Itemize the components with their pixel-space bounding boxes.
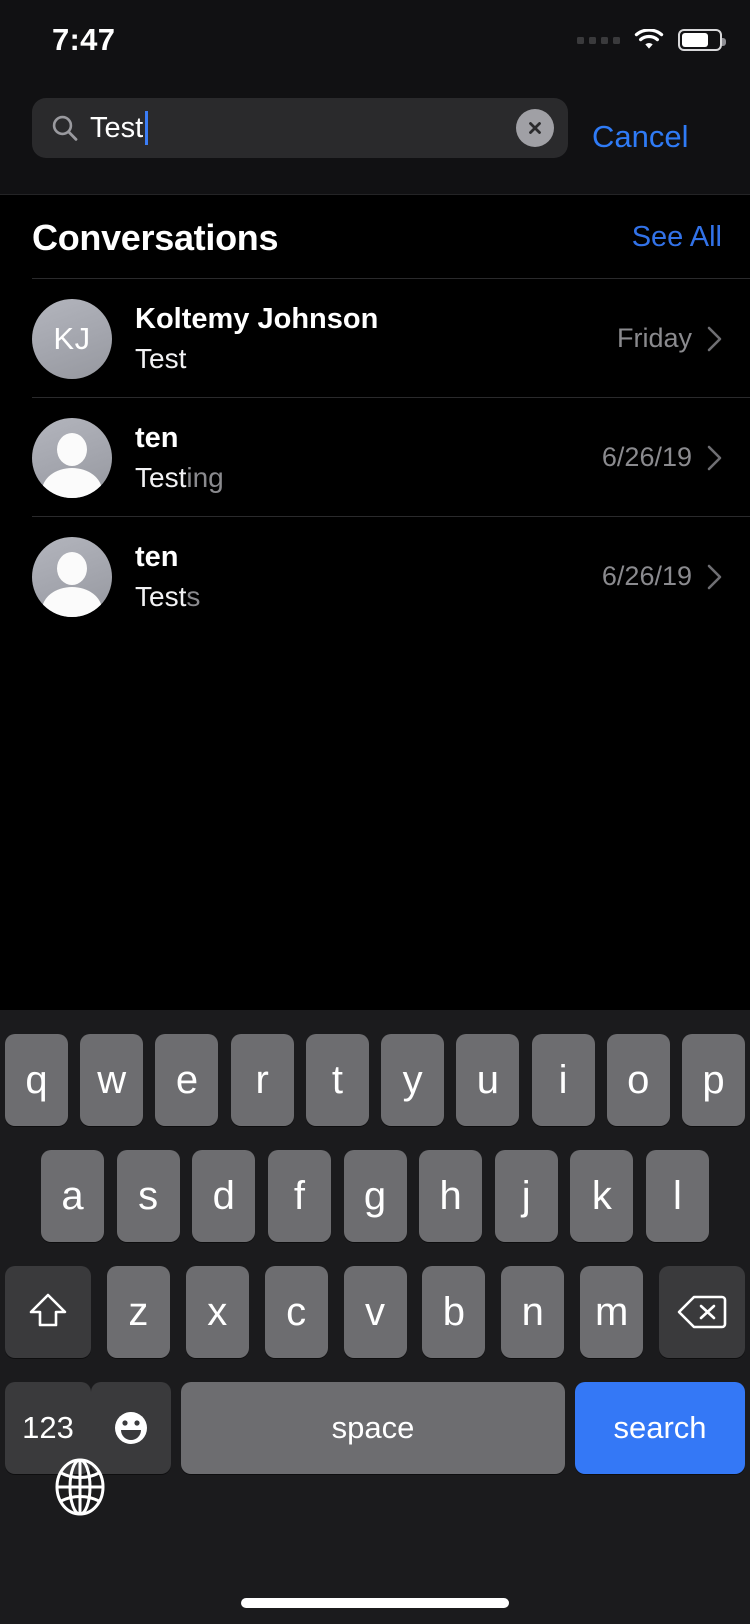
preview-rest: s xyxy=(186,580,201,612)
home-indicator xyxy=(241,1598,509,1608)
avatar xyxy=(32,536,112,617)
key-z[interactable]: z xyxy=(106,1266,170,1358)
delete-key[interactable] xyxy=(659,1266,745,1358)
keyboard-row-4: 123 space search xyxy=(0,1382,750,1474)
key-s[interactable]: s xyxy=(116,1150,180,1242)
contact-name: Koltemy Johnson xyxy=(135,302,379,335)
key-n[interactable]: n xyxy=(501,1266,565,1358)
shift-arrow-icon xyxy=(29,1293,67,1327)
message-date: 6/26/19 xyxy=(601,561,692,591)
preview-rest: ing xyxy=(186,461,224,493)
cancel-button[interactable]: Cancel xyxy=(592,78,689,195)
person-icon-head xyxy=(57,432,87,466)
battery-icon xyxy=(678,29,726,51)
clear-search-button[interactable] xyxy=(516,109,554,147)
contact-name: ten xyxy=(135,540,179,573)
key-b[interactable]: b xyxy=(422,1266,486,1358)
chevron-right-icon xyxy=(707,326,722,351)
search-header: Test Cancel xyxy=(0,78,750,195)
key-h[interactable]: h xyxy=(419,1150,483,1242)
status-time: 7:47 xyxy=(52,22,116,57)
globe-icon xyxy=(55,1458,105,1516)
key-a[interactable]: a xyxy=(41,1150,104,1242)
key-u[interactable]: u xyxy=(456,1034,520,1126)
conversation-text: ten Tests xyxy=(135,538,592,616)
emoji-smiley-icon xyxy=(115,1412,147,1444)
search-input[interactable]: Test xyxy=(32,98,568,158)
search-icon xyxy=(52,115,78,141)
person-icon-body xyxy=(42,586,102,617)
search-results: Conversations See All KJ Koltemy Johnson… xyxy=(0,196,750,636)
key-v[interactable]: v xyxy=(343,1266,407,1358)
section-title: Conversations xyxy=(32,216,279,258)
search-input-value: Test xyxy=(90,112,144,144)
key-j[interactable]: j xyxy=(494,1150,558,1242)
key-p[interactable]: p xyxy=(681,1034,745,1126)
signal-dots-icon xyxy=(577,36,620,44)
key-y[interactable]: y xyxy=(381,1034,445,1126)
key-t[interactable]: t xyxy=(305,1034,369,1126)
key-x[interactable]: x xyxy=(185,1266,249,1358)
message-preview: Testing xyxy=(135,459,592,497)
backspace-icon xyxy=(677,1295,727,1329)
keyboard-row-1: q w e r t y u i o p xyxy=(0,1034,750,1126)
chevron-right-icon xyxy=(707,564,722,589)
keyboard-row-3: z x c v b n m xyxy=(0,1266,750,1358)
message-date: Friday xyxy=(616,323,692,353)
keyboard-row-2: a s d f g h j k l xyxy=(0,1150,750,1242)
key-e[interactable]: e xyxy=(155,1034,219,1126)
key-k[interactable]: k xyxy=(570,1150,634,1242)
text-cursor xyxy=(145,111,149,145)
key-o[interactable]: o xyxy=(606,1034,670,1126)
message-preview: Test xyxy=(135,340,607,378)
key-w[interactable]: w xyxy=(80,1034,144,1126)
conversation-text: Koltemy Johnson Test xyxy=(135,300,607,378)
avatar: KJ xyxy=(32,298,112,379)
key-c[interactable]: c xyxy=(264,1266,328,1358)
message-preview: Tests xyxy=(135,578,592,616)
conversation-row[interactable]: ten Tests 6/26/19 xyxy=(0,516,750,636)
search-key[interactable]: search xyxy=(575,1382,745,1474)
avatar xyxy=(32,417,112,498)
see-all-link[interactable]: See All xyxy=(632,221,722,254)
key-f[interactable]: f xyxy=(267,1150,331,1242)
key-i[interactable]: i xyxy=(531,1034,595,1126)
close-icon xyxy=(529,122,541,134)
key-l[interactable]: l xyxy=(646,1150,709,1242)
avatar-initials: KJ xyxy=(53,320,91,356)
person-icon-head xyxy=(57,551,87,585)
shift-key[interactable] xyxy=(5,1266,91,1358)
key-q[interactable]: q xyxy=(5,1034,68,1126)
conversation-row[interactable]: ten Testing 6/26/19 xyxy=(0,397,750,517)
person-icon-body xyxy=(42,467,102,498)
key-r[interactable]: r xyxy=(230,1034,294,1126)
match-highlight: Test xyxy=(135,580,187,612)
conversation-text: ten Testing xyxy=(135,419,592,497)
status-bar: 7:47 xyxy=(0,0,750,78)
row-meta: 6/26/19 xyxy=(602,442,724,473)
phone-screen: 7:47 Test Cancel Conversations See All K… xyxy=(0,0,750,1624)
on-screen-keyboard: q w e r t y u i o p a s d f g h j k l z … xyxy=(0,1010,750,1624)
row-meta: Friday xyxy=(617,323,724,354)
conversation-row[interactable]: KJ Koltemy Johnson Test Friday xyxy=(0,278,750,398)
key-m[interactable]: m xyxy=(580,1266,644,1358)
space-key[interactable]: space xyxy=(181,1382,565,1474)
match-highlight: Test xyxy=(135,342,187,374)
wifi-icon xyxy=(634,29,664,49)
contact-name: ten xyxy=(135,421,179,454)
status-indicators xyxy=(577,26,726,54)
chevron-right-icon xyxy=(707,445,722,470)
conversations-section-header: Conversations See All xyxy=(0,196,750,279)
globe-key[interactable] xyxy=(48,1455,112,1519)
row-meta: 6/26/19 xyxy=(602,561,724,592)
match-highlight: Test xyxy=(135,461,187,493)
key-g[interactable]: g xyxy=(343,1150,407,1242)
key-d[interactable]: d xyxy=(192,1150,256,1242)
message-date: 6/26/19 xyxy=(601,442,692,472)
